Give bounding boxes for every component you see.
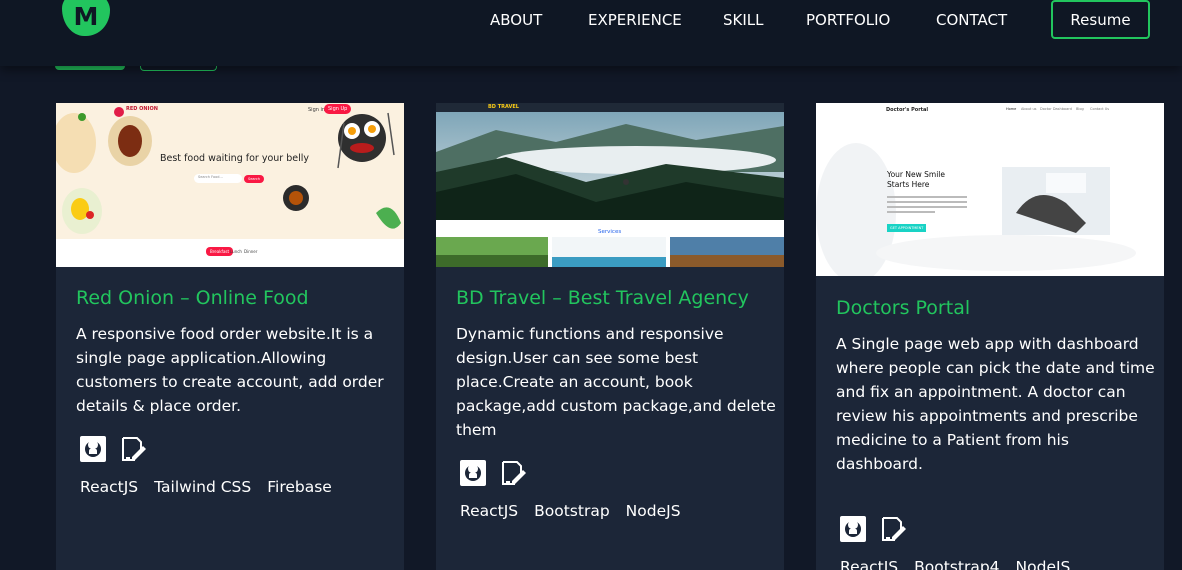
tag: ReactJS — [840, 558, 899, 570]
tag: Bootstrap4 — [914, 558, 1000, 570]
tag: ReactJS — [460, 502, 519, 520]
tag: ReactJS — [80, 478, 139, 496]
github-icon[interactable] — [840, 516, 866, 542]
services-images — [436, 237, 784, 267]
project-thumbnail[interactable]: Doctor's Portal Home About us Doctor Das… — [816, 103, 1164, 276]
github-icon[interactable] — [80, 436, 106, 462]
project-thumbnail[interactable]: RED ONION Sign in Sign Up Best food wait… — [56, 103, 404, 267]
project-description: Dynamic functions and responsive design.… — [456, 325, 776, 439]
thumb-section-title: Services — [598, 229, 622, 235]
project-links — [840, 516, 906, 542]
project-card-bd-travel: BD TRAVEL Services BD Travel – Best Trav… — [436, 103, 784, 570]
thumb-tabs-bar: Breakfast Lunch Dinner — [56, 239, 404, 267]
portfolio-page: M ABOUT EXPERIENCE SKILL PORTFOLIO CONTA… — [0, 0, 1182, 570]
project-links — [80, 436, 146, 462]
mountain-landscape-image — [436, 112, 784, 220]
nav-contact[interactable]: CONTACT — [936, 11, 1007, 29]
github-icon[interactable] — [460, 460, 486, 486]
tag: NodeJS — [625, 502, 681, 520]
tag: Bootstrap — [534, 502, 610, 520]
tag: Firebase — [267, 478, 332, 496]
nav-experience[interactable]: EXPERIENCE — [588, 11, 682, 29]
tag: Tailwind CSS — [154, 478, 252, 496]
nav-skill[interactable]: SKILL — [723, 11, 764, 29]
project-title: Red Onion – Online Food — [76, 287, 309, 309]
dental-background — [816, 143, 1136, 276]
live-demo-icon[interactable] — [880, 516, 906, 542]
live-demo-icon[interactable] — [120, 436, 146, 462]
resume-button[interactable]: Resume — [1051, 0, 1150, 39]
project-links — [460, 460, 526, 486]
thumb-search-input: Search Food... — [194, 174, 242, 183]
thumb-navbar: BD TRAVEL — [436, 103, 784, 112]
nav-links: ABOUT EXPERIENCE SKILL PORTFOLIO CONTACT — [0, 0, 1182, 42]
live-demo-icon[interactable] — [500, 460, 526, 486]
project-tags: ReactJS Bootstrap NodeJS — [460, 502, 681, 520]
nav-portfolio[interactable]: PORTFOLIO — [806, 11, 890, 29]
thumb-lorem — [887, 196, 967, 218]
thumb-headline: Best food waiting for your belly — [160, 153, 309, 164]
navbar: M ABOUT EXPERIENCE SKILL PORTFOLIO CONTA… — [0, 0, 1182, 66]
project-thumbnail[interactable]: BD TRAVEL Services — [436, 103, 784, 267]
thumb-headline: Your New Smile Starts Here — [887, 170, 945, 189]
project-tags: ReactJS Tailwind CSS Firebase — [80, 478, 332, 496]
project-description: A Single page web app with dashboard whe… — [836, 335, 1155, 473]
project-card-doctors-portal: Doctor's Portal Home About us Doctor Das… — [816, 103, 1164, 570]
thumb-search-button: Search — [244, 175, 265, 183]
project-title: Doctors Portal — [836, 297, 971, 319]
project-description: A responsive food order website.It is a … — [76, 325, 384, 415]
project-tags: ReactJS Bootstrap4 NodeJS — [840, 558, 1070, 570]
project-card-red-onion: RED ONION Sign in Sign Up Best food wait… — [56, 103, 404, 570]
nav-about[interactable]: ABOUT — [490, 11, 542, 29]
tag: NodeJS — [1015, 558, 1071, 570]
project-title: BD Travel – Best Travel Agency — [456, 287, 749, 309]
thumb-cta: GET APPOINTMENT — [887, 224, 927, 232]
